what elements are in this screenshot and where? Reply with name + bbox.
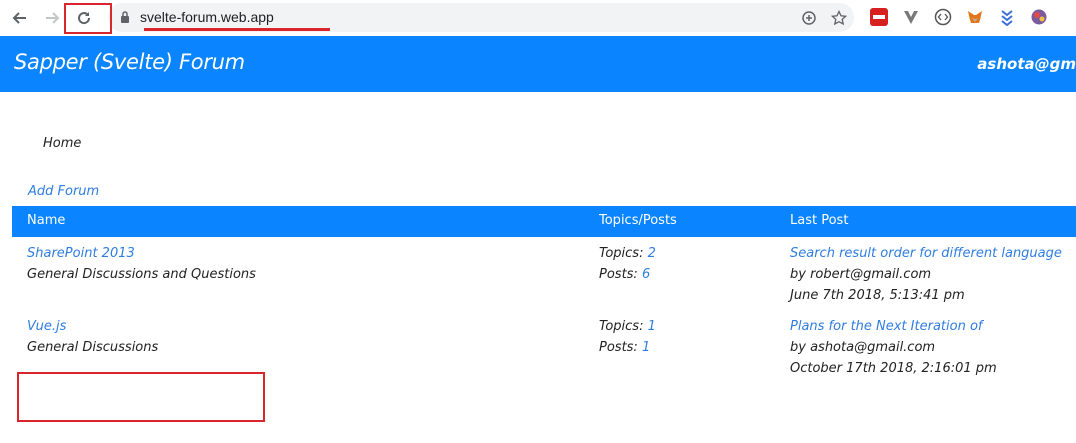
forum-description: General Discussions (27, 340, 159, 355)
forum-name-link[interactable]: SharePoint 2013 (27, 246, 135, 261)
lock-icon (121, 11, 129, 23)
last-post-link[interactable]: Search result order for different langua… (790, 246, 1062, 261)
app-brand[interactable]: Sapper (Svelte) Forum (14, 50, 245, 74)
add-icon[interactable] (798, 7, 820, 29)
posts-count: Posts: 6 (599, 267, 651, 282)
last-post-author: by robert@gmail.com (790, 267, 932, 282)
chevrons-extension-icon[interactable] (998, 8, 1016, 27)
topics-count: Topics: 2 (599, 246, 656, 261)
metamask-fox-icon[interactable] (966, 8, 984, 26)
forum-name-link[interactable]: Vue.js (27, 319, 66, 334)
globe-extension-icon[interactable] (1030, 8, 1048, 26)
last-post-date: October 17th 2018, 2:16:01 pm (790, 361, 997, 376)
last-post-author: by ashota@gmail.com (790, 340, 936, 355)
add-forum-link[interactable]: Add Forum (28, 184, 99, 199)
vue-devtools-icon[interactable] (902, 8, 920, 26)
header-name: Name (27, 213, 66, 228)
star-icon[interactable] (828, 7, 850, 29)
last-post-link[interactable]: Plans for the Next Iteration of (790, 319, 983, 334)
user-email[interactable]: ashota@gm (977, 55, 1076, 73)
app-header: Sapper (Svelte) Forum ashota@gm (0, 36, 1076, 92)
annotation-empty-box (17, 372, 265, 422)
breadcrumb-home[interactable]: Home (43, 136, 81, 151)
back-icon[interactable] (8, 6, 32, 30)
posts-count: Posts: 1 (599, 340, 651, 355)
topics-count: Topics: 1 (599, 319, 656, 334)
annotation-reload-box (64, 3, 112, 34)
header-last-post: Last Post (790, 213, 849, 228)
forum-description: General Discussions and Questions (27, 267, 256, 282)
forum-table-header: Name Topics/Posts Last Post (12, 206, 1076, 237)
last-post-date: June 7th 2018, 5:13:41 pm (790, 288, 965, 303)
cors-extension-icon[interactable] (870, 8, 888, 26)
browser-toolbar: svelte-forum.web.app (0, 0, 1076, 37)
url-text: svelte-forum.web.app (140, 9, 274, 25)
code-extension-icon[interactable] (934, 8, 952, 26)
forward-icon[interactable] (40, 6, 64, 30)
annotation-url-underline (144, 28, 330, 31)
header-topics-posts: Topics/Posts (599, 213, 677, 228)
